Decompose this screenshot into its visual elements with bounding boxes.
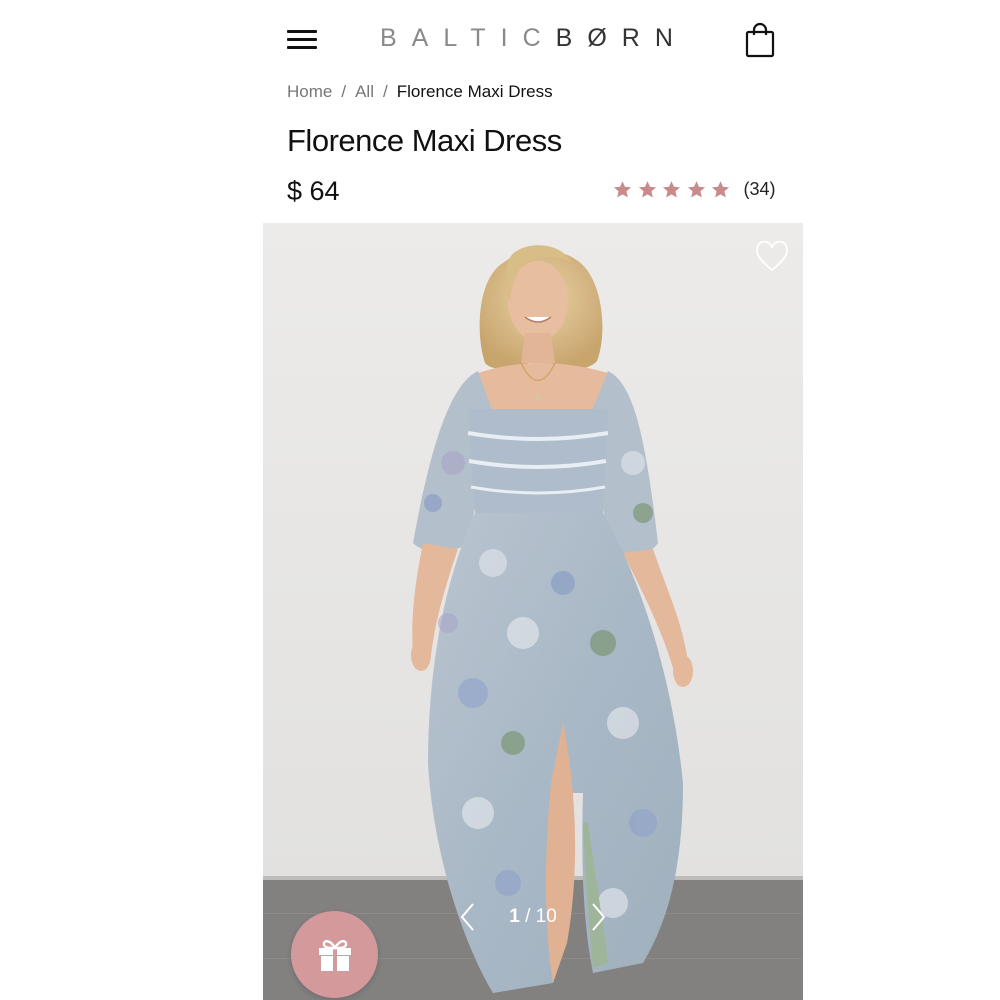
- product-image-carousel[interactable]: 1 / 10: [263, 223, 803, 1000]
- hamburger-menu-icon[interactable]: [287, 27, 319, 53]
- brand-logo-light: BALTIC: [380, 24, 556, 52]
- product-photo: [263, 223, 803, 1000]
- gift-icon: [319, 940, 351, 971]
- gallery-pager: 1 / 10: [443, 895, 623, 939]
- breadcrumb-current: Florence Maxi Dress: [396, 82, 553, 101]
- chevron-right-icon[interactable]: [587, 900, 609, 934]
- gallery-current: 1: [509, 906, 520, 927]
- star-icon: [638, 181, 656, 198]
- product-rating[interactable]: (34): [613, 179, 776, 200]
- breadcrumb-separator: /: [383, 82, 388, 101]
- breadcrumb: Home / All / Florence Maxi Dress: [287, 82, 553, 102]
- star-icon: [711, 181, 730, 198]
- shopping-bag-icon[interactable]: [744, 22, 776, 58]
- gallery-counter: 1 / 10: [509, 906, 557, 928]
- star-icon: [662, 181, 681, 198]
- product-title: Florence Maxi Dress: [287, 123, 562, 158]
- breadcrumb-all-link[interactable]: All: [355, 82, 374, 101]
- product-price: $ 64: [287, 176, 340, 206]
- star-icon: [687, 181, 705, 198]
- breadcrumb-home-link[interactable]: Home: [287, 82, 332, 101]
- breadcrumb-separator: /: [341, 82, 347, 101]
- review-count[interactable]: (34): [744, 179, 776, 200]
- gallery-total: 10: [535, 906, 557, 927]
- chevron-left-icon[interactable]: [457, 900, 479, 934]
- star-icon: [613, 181, 632, 198]
- product-page: BALTICBØRN Home / All / Florence Maxi Dress …: [0, 0, 1000, 1000]
- brand-logo-dark: BØRN: [555, 24, 688, 52]
- gift-button[interactable]: [291, 911, 378, 998]
- gallery-separator: /: [525, 906, 531, 927]
- brand-logo[interactable]: BALTICBØRN: [380, 24, 688, 53]
- heart-outline-icon[interactable]: [755, 240, 789, 273]
